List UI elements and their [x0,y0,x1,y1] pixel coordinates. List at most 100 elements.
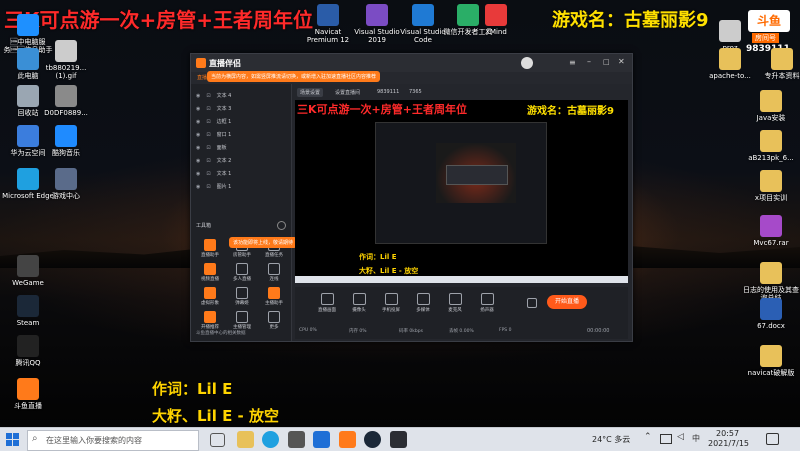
window-titlebar[interactable]: 直播伴侣 ≡ – □ ✕ [191,54,632,72]
live-companion-window[interactable]: 直播伴侣 ≡ – □ ✕ 直播场景直播互动粉丝+场景设置特效与画质设置 当前为横… [190,53,633,342]
toolbox-item[interactable]: 更多 [261,311,287,330]
wegame-icon [17,255,39,277]
desktop-icon[interactable]: 腾讯QQ [0,335,56,367]
lock-icon[interactable]: ⊡ [206,184,210,190]
stream-preview[interactable]: 三K可点游一次+房管+王者周年位 游戏名：古墓丽影9 作词：Lil E 大籽、L… [295,100,628,283]
minimize-icon[interactable]: – [587,57,591,66]
lock-icon[interactable]: ⊡ [206,132,210,138]
mail-icon[interactable] [313,431,330,448]
desktop-icon[interactable]: apache-to... [702,48,758,80]
eye-icon[interactable]: ◉ [196,171,200,177]
store-icon[interactable] [288,431,305,448]
eye-icon[interactable]: ◉ [196,93,200,99]
toolbox-item[interactable]: 弹幕姬 [229,287,255,306]
desktop-icon[interactable]: Steam [0,295,56,327]
eye-icon[interactable]: ◉ [196,184,200,190]
maximize-icon[interactable]: □ [603,58,610,66]
menu-icon[interactable]: ≡ [569,58,576,67]
eye-icon[interactable]: ◉ [196,119,200,125]
source-button[interactable]: 扬声器 [473,293,501,313]
scene-layer-row[interactable]: ◉ ⊡ 图片 1 [196,183,288,193]
eye-icon[interactable]: ◉ [196,145,200,151]
file-explorer-icon[interactable] [237,431,254,448]
desktop-icon[interactable]: x项目实训 [743,170,799,202]
scene-settings-button[interactable]: 场景设置 [297,88,324,97]
search-icon: ⌕ [32,433,38,444]
desktop-icon[interactable]: WeGame [0,255,56,287]
sidebar-footer[interactable]: 斗鱼直播中心的相关数据 [196,330,246,336]
desktop-icon[interactable]: 日志的使用及其查询总结 [743,262,799,302]
eye-icon[interactable]: ◉ [196,106,200,112]
scene-layer-row[interactable]: ◉ ⊡ 文本 4 [196,92,288,102]
lock-icon[interactable]: ⊡ [206,93,210,99]
notice-banner[interactable]: 当前为横屏内容，如需竖屏推流请切换，或新增入驻加速直播社区内容推荐 [207,71,381,82]
desktop-icon[interactable]: aB213pk_6... [743,130,799,162]
toolbox-item[interactable]: 虚拟形象 [197,287,223,306]
source-button[interactable]: 直播画面 [313,293,341,313]
toolbox-item[interactable]: 多人直播 [229,263,255,282]
toolbox-item[interactable]: 开播推荐 [197,311,223,330]
status-metric: CPU 0% [299,328,317,333]
toolbox-item[interactable]: 视频直播 [197,263,223,282]
desktop-icon[interactable]: 斗鱼直播 [0,378,56,410]
desktop-icon[interactable]: 67.docx [743,298,799,330]
scene-layer-row[interactable]: ◉ ⊡ 文本 1 [196,170,288,180]
toast-message[interactable]: 该功能即将上线，敬请期待 [229,237,298,248]
source-button[interactable]: 手机投屏 [377,293,405,313]
pc-icon [17,48,39,70]
desktop-icon[interactable]: XMind [468,4,524,36]
lock-icon[interactable]: ⊡ [206,119,210,125]
scene-layer-row[interactable]: ◉ ⊡ 窗口 1 [196,131,288,141]
desktop-icon[interactable]: Java安装 [743,90,799,122]
start-button[interactable] [6,433,19,446]
ime-indicator[interactable]: 中 [692,433,700,444]
close-icon[interactable]: ✕ [618,57,625,66]
taskbar-search[interactable]: ⌕ 在这里输入你要搜索的内容 [27,430,199,451]
network-icon[interactable] [660,434,672,444]
scene-layer-row[interactable]: ◉ ⊡ 边框 1 [196,118,288,128]
stream-settings-icon[interactable] [527,298,537,308]
settings-circle-icon[interactable] [277,221,286,230]
lock-icon[interactable]: ⊡ [206,158,210,164]
volume-icon[interactable]: ◁ [677,432,684,442]
tool-label: 连线 [269,277,279,282]
lock-icon[interactable]: ⊡ [206,171,210,177]
toolbox-item[interactable]: 连线 [261,263,287,282]
desktop-icon[interactable]: 游戏中心 [38,168,94,200]
tray-up-icon[interactable]: ⌃ [644,432,652,442]
desktop-icon[interactable]: D0DF0889... [38,85,94,117]
scene-layer-row[interactable]: ◉ ⊡ 文本 2 [196,157,288,167]
scene-layer-row[interactable]: ◉ ⊡ 文本 3 [196,105,288,115]
source-button[interactable]: 多媒体 [409,293,437,313]
tool-icon [268,263,280,275]
steam-taskbar-icon[interactable] [364,431,381,448]
scene-layer-row[interactable]: ◉ ⊡ 面板 [196,144,288,154]
start-live-button[interactable]: 开始直播 [547,295,587,309]
vscode-icon [412,4,434,26]
live-companion-taskbar-icon[interactable] [390,431,407,448]
task-view-icon[interactable] [210,433,225,447]
notification-icon[interactable] [766,433,779,445]
desktop-icon[interactable]: 酷狗音乐 [38,125,94,157]
toolbox-item[interactable]: 主播助手 [261,287,287,306]
clock-date[interactable]: 2021/7/15 [708,439,749,448]
lock-icon[interactable]: ⊡ [206,145,210,151]
desktop-icon[interactable]: 专升本资料 [754,48,800,80]
room-setting-link[interactable]: 设置直播间 [335,89,360,96]
desktop-icon[interactable]: 此电脑 [0,48,56,80]
toolbox-item[interactable]: 直播助手 [197,239,223,258]
weather[interactable]: 24°C 多云 [592,434,630,445]
clock-time[interactable]: 20:57 [716,429,739,438]
douyu-taskbar-icon[interactable] [339,431,356,448]
source-button[interactable]: 麦克风 [441,293,469,313]
source-button[interactable]: 摄像头 [345,293,373,313]
avatar[interactable] [521,57,533,69]
toolbox-item[interactable]: 主播管理 [229,311,255,330]
eye-icon[interactable]: ◉ [196,158,200,164]
edge-taskbar-icon[interactable] [262,431,279,448]
desktop-icon[interactable]: Navicat Premium 12 [300,4,356,44]
lock-icon[interactable]: ⊡ [206,106,210,112]
desktop-icon[interactable]: navicat破解版 [743,345,799,377]
desktop-icon[interactable]: Mvc67.rar [743,215,799,247]
eye-icon[interactable]: ◉ [196,132,200,138]
